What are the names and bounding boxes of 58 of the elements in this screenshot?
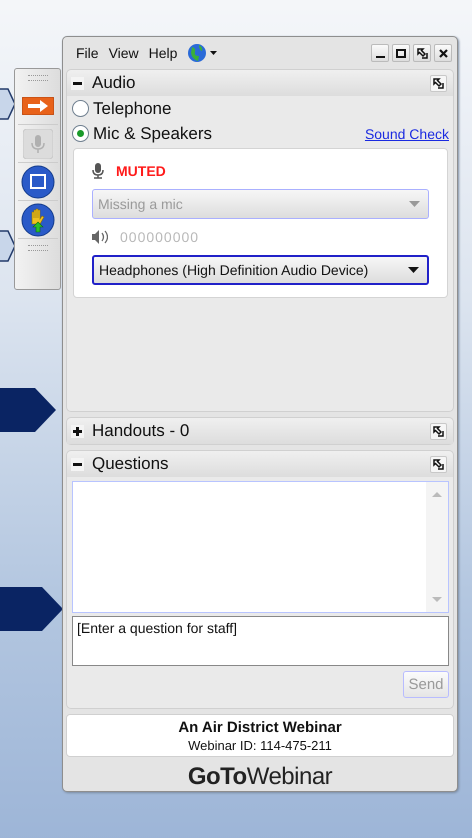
microphone-icon [22, 128, 52, 158]
popout-icon [416, 48, 428, 58]
maximize-button[interactable] [392, 44, 410, 62]
webinar-title: An Air District Webinar [178, 719, 342, 736]
minus-icon [73, 462, 82, 466]
collapse-toggle[interactable] [71, 424, 84, 438]
minimize-icon [376, 56, 384, 58]
collapse-toggle[interactable] [71, 458, 84, 470]
mute-status: MUTED [116, 163, 166, 179]
screen-button[interactable] [18, 163, 58, 201]
section-title: Audio [92, 73, 136, 93]
pointer-arrow [0, 587, 63, 631]
scroll-down-icon [432, 597, 442, 602]
volume-meter: 000000000 [120, 229, 200, 245]
speaker-dropdown[interactable]: Headphones (High Definition Audio Device) [92, 255, 429, 285]
popout-icon [433, 426, 444, 436]
popout-button[interactable] [430, 74, 447, 92]
menu-item[interactable]: Help [148, 45, 178, 61]
caret-icon [409, 201, 420, 207]
caret-icon [408, 267, 419, 273]
minimize-button[interactable] [371, 44, 389, 62]
webinar-id: Webinar ID: 114-475-211 [188, 738, 332, 753]
pointer-arrow [0, 388, 56, 432]
microphone-icon [92, 163, 104, 179]
maximize-icon [396, 48, 406, 58]
radio-option[interactable]: Telephone [67, 96, 453, 121]
pointer-arrow [0, 230, 16, 262]
logo-text: GoToWebinar [188, 763, 332, 791]
minus-icon [73, 82, 82, 84]
section-title: Questions [92, 454, 169, 474]
popout-button[interactable] [413, 44, 431, 62]
scroll-up-icon [432, 492, 442, 497]
close-icon [438, 48, 448, 58]
radio-option[interactable]: Mic & Speakers Sound Check [67, 121, 453, 146]
popout-button[interactable] [430, 422, 447, 440]
popout-icon [433, 458, 444, 470]
hand-icon [20, 202, 54, 236]
menu-item[interactable]: View [108, 45, 139, 61]
radio-label: Telephone [93, 98, 172, 118]
globe-dropdown-icon[interactable] [187, 43, 218, 63]
radio-button[interactable] [72, 100, 89, 117]
menu-item[interactable]: File [76, 45, 99, 61]
arrow-icon [22, 96, 54, 114]
question-input[interactable]: [Enter a question for staff] [72, 616, 449, 666]
grip-handle[interactable] [28, 245, 48, 251]
close-button[interactable] [434, 44, 452, 62]
collapse-toggle[interactable] [71, 76, 84, 90]
grip-handle[interactable] [28, 75, 48, 81]
popout-button[interactable] [430, 456, 447, 472]
section-title: Handouts - 0 [92, 421, 190, 441]
sound-check-link[interactable]: Sound Check [364, 126, 449, 142]
radio-label: Mic & Speakers [93, 124, 212, 144]
plus-icon [73, 426, 82, 436]
raise-hand-button[interactable] [18, 201, 58, 239]
radio-button[interactable] [72, 125, 89, 142]
speaker-icon [92, 230, 108, 244]
pointer-arrow [0, 88, 16, 120]
popout-icon [433, 78, 444, 88]
